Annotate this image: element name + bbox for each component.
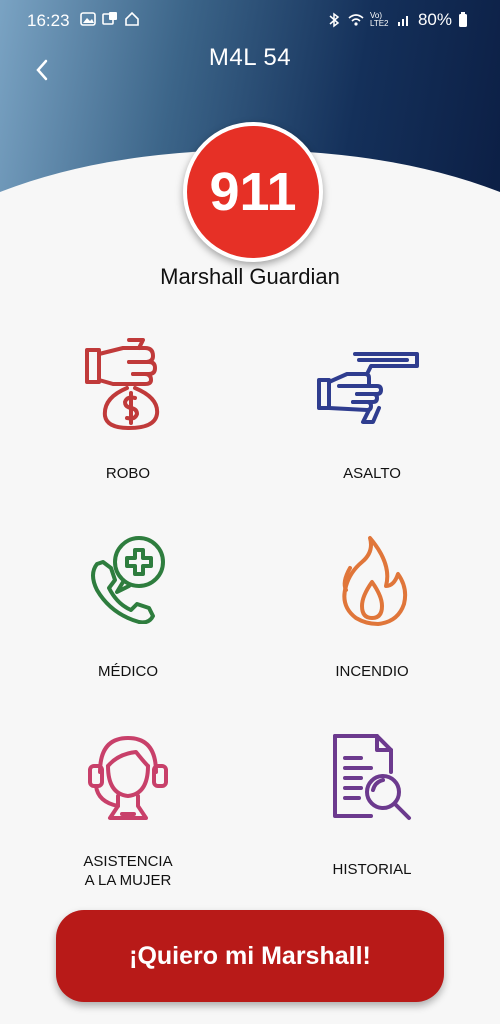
- battery-icon: [459, 12, 467, 27]
- signal-icon: [397, 16, 408, 26]
- tile-label: HISTORIAL: [332, 861, 412, 878]
- page-title: M4L 54: [208, 44, 292, 71]
- bluetooth-icon: [329, 12, 340, 28]
- tile-incendio[interactable]: INCENDIO: [262, 534, 482, 714]
- battery-percent: 80%: [417, 10, 452, 29]
- robbery-money-bag-icon: [85, 338, 160, 430]
- profile-name: Marshall Guardian: [160, 264, 340, 289]
- quiero-mi-marshall-button[interactable]: ¡Quiero mi Marshall!: [56, 910, 444, 1002]
- status-bar: 16:23 Vo) LTE2 80%: [0, 0, 500, 40]
- tile-label-line2: A LA MUJER: [84, 872, 172, 889]
- status-system-icons: Vo) LTE2 80%: [326, 10, 468, 30]
- gallery-icon: [80, 12, 96, 26]
- assault-gun-hand-icon: [317, 352, 419, 424]
- network-label: Vo) LTE2: [369, 11, 389, 28]
- emergency-911-button[interactable]: 911: [183, 122, 323, 262]
- tile-label: INCENDIO: [335, 663, 409, 680]
- tile-label: MÉDICO: [98, 663, 158, 680]
- tile-historial[interactable]: HISTORIAL: [262, 732, 482, 912]
- status-notification-icons: [80, 11, 140, 27]
- tile-label: ASISTENCIA A LA MUJER: [18, 852, 238, 890]
- tile-medico[interactable]: MÉDICO: [18, 534, 238, 714]
- woman-headset-icon: [88, 736, 168, 820]
- tile-asistencia-mujer[interactable]: ASISTENCIA A LA MUJER: [18, 732, 238, 912]
- wifi-icon: [348, 14, 364, 26]
- home-icon: [125, 11, 139, 26]
- tile-label: ASALTO: [343, 465, 401, 482]
- tile-robo[interactable]: ROBO: [18, 336, 238, 516]
- medical-phone-cross-icon: [91, 536, 165, 624]
- status-time: 16:23: [27, 11, 70, 30]
- tile-asalto[interactable]: ASALTO: [262, 336, 482, 516]
- document-search-icon: [333, 734, 411, 820]
- tile-label-line1: ASISTENCIA: [83, 853, 173, 870]
- message-icon: [102, 12, 117, 25]
- fire-icon: [342, 536, 408, 626]
- tile-label: ROBO: [105, 465, 151, 482]
